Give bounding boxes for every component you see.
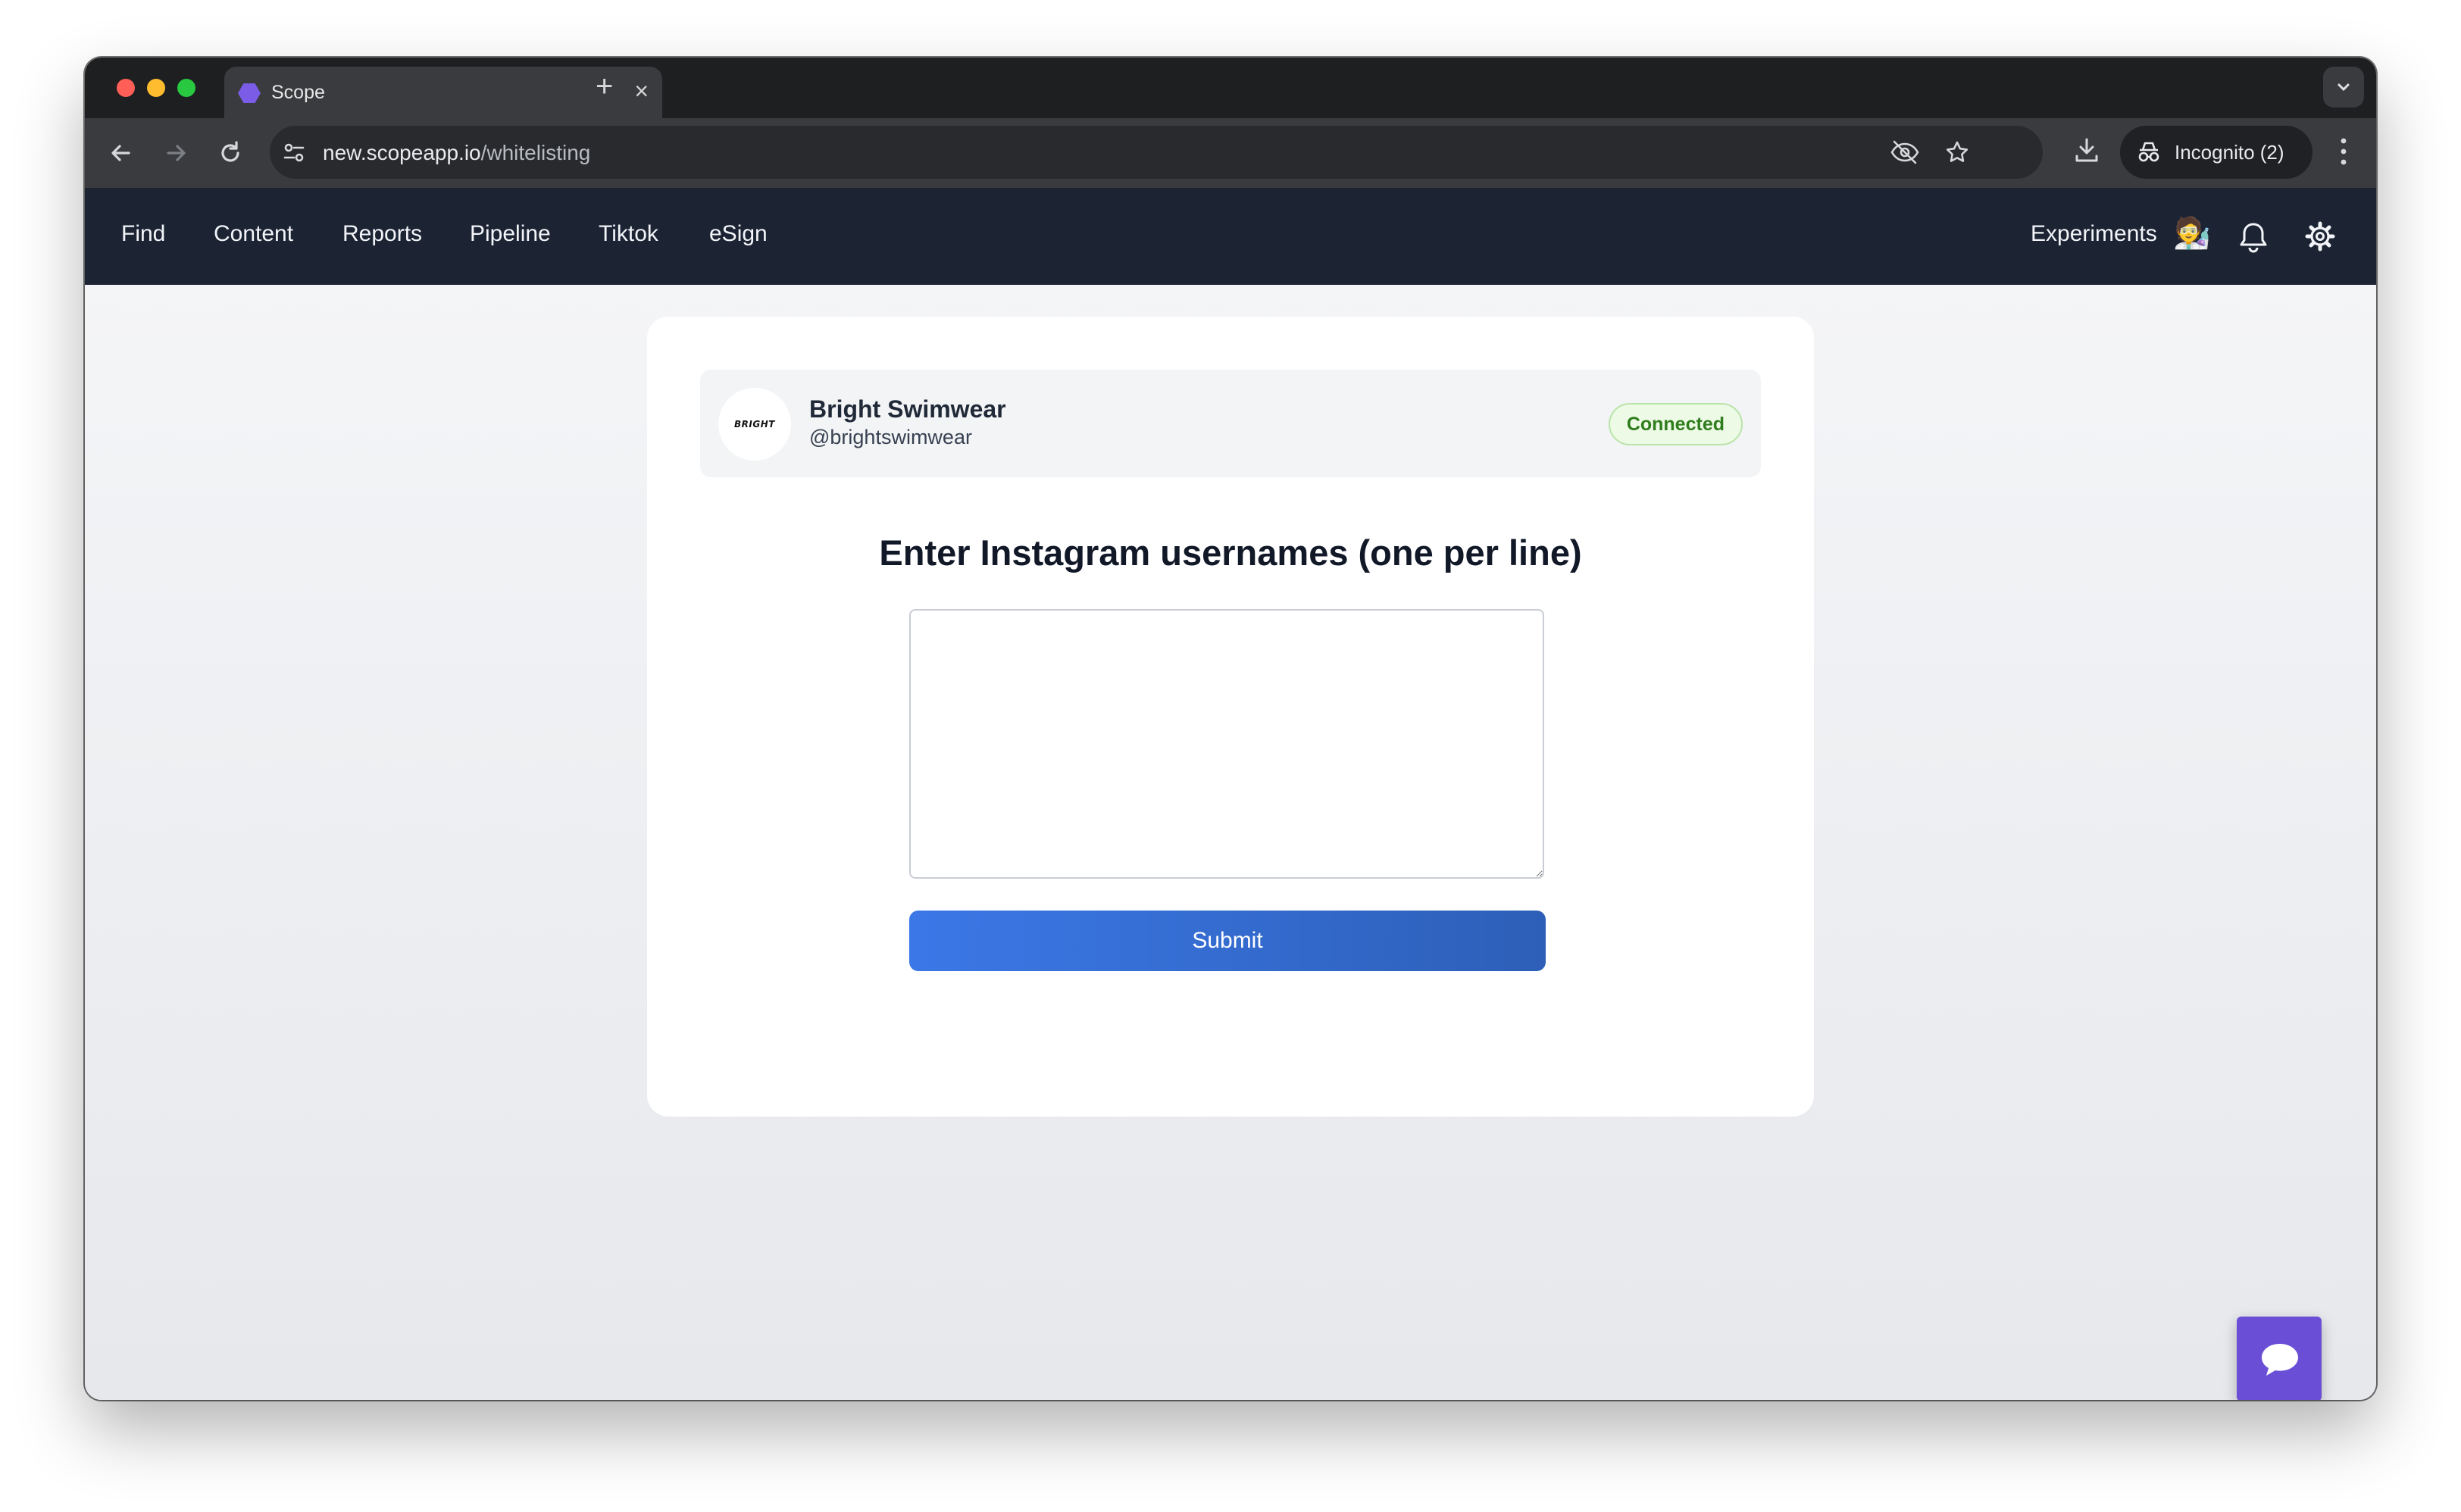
app-top-nav: Find Content Reports Pipeline Tiktok eSi… [85, 188, 2376, 285]
nav-experiments[interactable]: Experiments [2031, 221, 2157, 247]
bookmark-star-icon[interactable] [1944, 139, 1970, 165]
nav-find[interactable]: Find [121, 221, 165, 247]
reload-icon[interactable] [214, 136, 247, 170]
maximize-window-button[interactable] [177, 79, 195, 97]
account-avatar: BRIGHT [718, 388, 791, 461]
chat-bubble-icon [2262, 1344, 2298, 1376]
url-host: new.scopeapp.io [323, 141, 481, 164]
tab-search-button[interactable] [2323, 67, 2364, 108]
incognito-profile-button[interactable]: Incognito (2) [2120, 126, 2312, 179]
nav-esign[interactable]: eSign [709, 221, 768, 247]
new-tab-plus-icon[interactable]: + [596, 70, 613, 104]
account-name: Bright Swimwear [809, 395, 1006, 423]
account-handle: @brightswimwear [809, 426, 972, 448]
status-badge: Connected [1608, 403, 1743, 445]
back-arrow-icon[interactable] [105, 136, 138, 170]
scientist-emoji-icon: 🧑‍🔬 [2173, 217, 2211, 250]
tab-close-icon[interactable]: × [634, 77, 649, 105]
nav-tiktok[interactable]: Tiktok [599, 221, 658, 247]
usernames-textarea[interactable] [909, 609, 1544, 879]
site-settings-icon[interactable] [282, 141, 306, 165]
browser-window: Scope × + new.scopeapp.io/whitelisting I… [85, 58, 2376, 1400]
chat-widget-button[interactable] [2237, 1317, 2322, 1400]
incognito-icon [2138, 142, 2159, 162]
url-path: /whitelisting [480, 141, 591, 164]
eye-off-icon[interactable] [1890, 139, 1920, 165]
form-heading: Enter Instagram usernames (one per line) [879, 533, 1582, 573]
incognito-label: Incognito (2) [2175, 141, 2284, 164]
forward-arrow-icon[interactable] [159, 136, 192, 170]
connected-account: BRIGHT Bright Swimwear @brightswimwear C… [700, 370, 1761, 477]
nav-content[interactable]: Content [214, 221, 293, 247]
address-bar[interactable]: new.scopeapp.io/whitelisting [270, 126, 2043, 179]
close-window-button[interactable] [117, 79, 135, 97]
tab-strip: Scope × + [85, 58, 2376, 118]
main-content: BRIGHT Bright Swimwear @brightswimwear C… [85, 285, 2376, 1400]
nav-reports[interactable]: Reports [342, 221, 422, 247]
minimize-window-button[interactable] [147, 79, 165, 97]
browser-menu-icon[interactable] [2332, 135, 2355, 168]
gear-icon[interactable] [2305, 221, 2335, 251]
chevron-down-icon [2337, 83, 2350, 92]
nav-pipeline[interactable]: Pipeline [470, 221, 551, 247]
download-icon[interactable] [2072, 135, 2102, 165]
whitelisting-card: BRIGHT Bright Swimwear @brightswimwear C… [647, 317, 1814, 1117]
url-text: new.scopeapp.io/whitelisting [323, 141, 590, 165]
bell-icon[interactable] [2238, 221, 2269, 253]
avatar-logo-text: BRIGHT [734, 419, 775, 430]
scope-hexagon-icon [238, 83, 261, 103]
browser-toolbar: new.scopeapp.io/whitelisting Incognito (… [85, 118, 2376, 188]
submit-button[interactable]: Submit [909, 911, 1546, 971]
tab-title: Scope [271, 82, 325, 103]
